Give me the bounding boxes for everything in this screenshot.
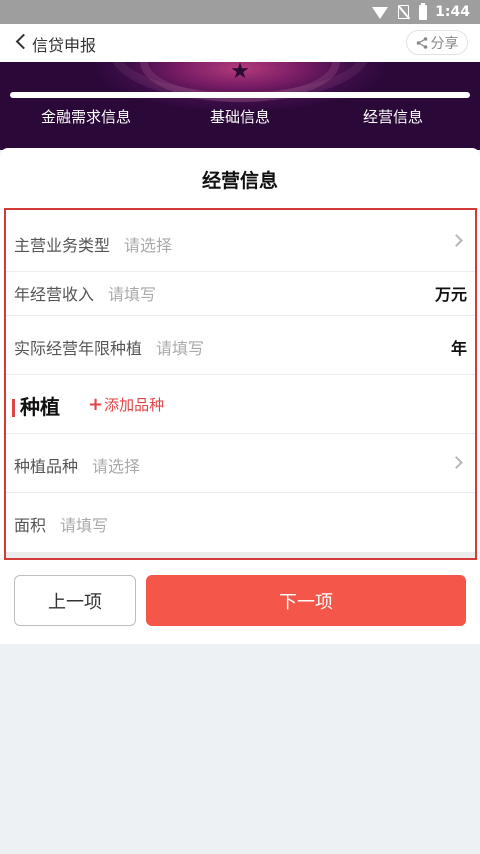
step-basic-info[interactable]: 基础信息	[210, 106, 270, 127]
years-row[interactable]: 实际经营年限种植 请填写 年	[6, 316, 475, 375]
prev-button[interactable]: 上一项	[14, 575, 136, 626]
planting-header-row: 种植 +添加品种	[6, 375, 475, 434]
annual-income-input[interactable]: 请填写	[108, 285, 156, 304]
annual-income-row[interactable]: 年经营收入 请填写 万元	[6, 272, 475, 316]
chevron-right-icon	[450, 234, 463, 247]
star-icon: ★	[230, 62, 250, 84]
plus-icon: +	[88, 394, 104, 415]
variety-row[interactable]: 种植品种 请选择	[6, 434, 475, 493]
battery-icon	[419, 2, 428, 20]
step-finance-needs[interactable]: 金融需求信息	[41, 106, 131, 127]
area-row[interactable]: 面积 请填写	[6, 493, 475, 552]
step-business-info[interactable]: 经营信息	[363, 106, 423, 127]
business-form: 主营业务类型 请选择 年经营收入 请填写 万元 实际经营年限种植 请填写 年 种植 +…	[4, 208, 477, 560]
variety-placeholder: 请选择	[92, 457, 141, 476]
clock: 1:44	[435, 4, 470, 20]
planting-title: 种植	[20, 395, 60, 419]
years-unit: 年	[450, 339, 467, 358]
business-type-field[interactable]: 主营业务类型 请选择	[14, 232, 172, 256]
add-variety-button[interactable]: +添加品种	[88, 394, 164, 415]
years-field[interactable]: 实际经营年限种植 请填写	[14, 335, 204, 359]
back-icon[interactable]	[15, 33, 32, 50]
section-title: 经营信息	[201, 170, 278, 192]
income-unit: 万元	[434, 285, 467, 304]
form-card: 经营信息 主营业务类型 请选择 年经营收入 请填写 万元 实际经营年限种植 请填写 年…	[0, 148, 480, 566]
chevron-right-icon	[450, 456, 463, 469]
status-bar: 1:44	[0, 0, 480, 24]
progress-bar	[10, 92, 470, 98]
business-type-row[interactable]: 主营业务类型 请选择	[6, 210, 475, 272]
wifi-icon	[372, 7, 389, 19]
area-label: 面积	[14, 516, 47, 535]
area-field[interactable]: 面积 请填写	[14, 512, 108, 536]
page-title: 信贷申报	[32, 36, 97, 55]
variety-label: 种植品种	[14, 457, 79, 476]
variety-field[interactable]: 种植品种 请选择	[14, 453, 140, 477]
button-bar: 上一项 下一项	[0, 566, 480, 644]
years-label: 实际经营年限种植	[14, 339, 143, 358]
add-variety-label: 添加品种	[104, 396, 165, 414]
nav-bar: 信贷申报 分享	[0, 24, 480, 62]
annual-income-label: 年经营收入	[14, 285, 95, 304]
divider	[6, 552, 475, 558]
business-type-label: 主营业务类型	[14, 236, 111, 255]
step-labels: 金融需求信息 基础信息 经营信息	[0, 106, 480, 130]
share-icon	[416, 36, 427, 49]
years-input[interactable]: 请填写	[156, 339, 204, 358]
annual-income-field[interactable]: 年经营收入 请填写	[14, 281, 156, 305]
business-type-placeholder: 请选择	[124, 236, 173, 255]
progress-banner: ★ 金融需求信息 基础信息 经营信息	[0, 62, 480, 150]
section-marker	[12, 399, 15, 417]
no-sim-icon	[398, 5, 410, 19]
share-button[interactable]: 分享	[406, 30, 468, 55]
area-input[interactable]: 请填写	[60, 516, 108, 535]
next-button[interactable]: 下一项	[146, 575, 466, 626]
share-label: 分享	[430, 35, 459, 52]
